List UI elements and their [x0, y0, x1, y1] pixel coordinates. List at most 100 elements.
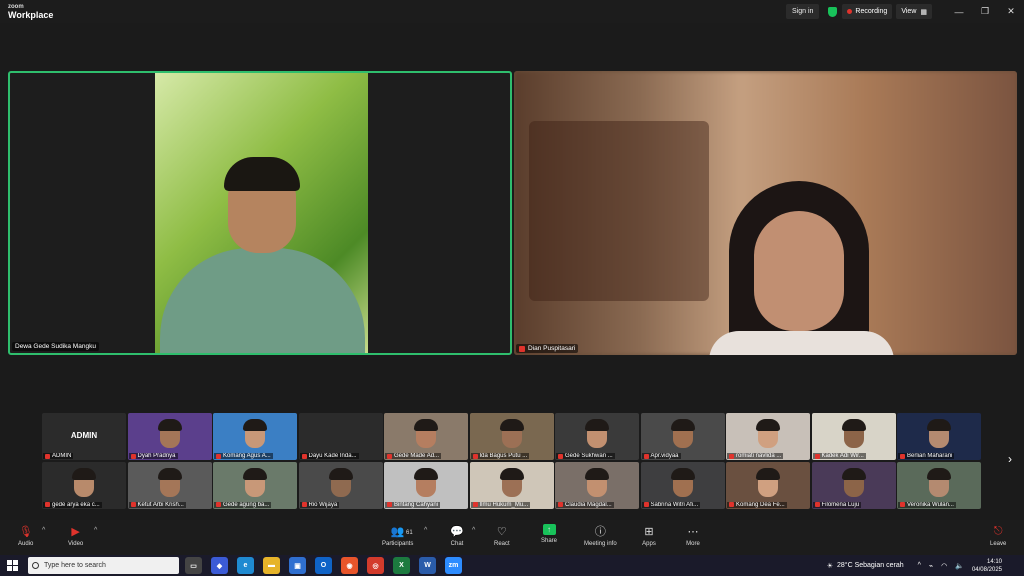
outlook-icon[interactable]: O	[315, 557, 332, 574]
participant-name-tag: Kadek Adi Wir...	[812, 453, 866, 459]
chat-button[interactable]: 💬 Chat	[450, 524, 464, 548]
firefox-icon[interactable]: ◉	[341, 557, 358, 574]
meeting-controls-bar: 🎙 Audio ^ ▶ Video ^ 👥 Participants 61 ^ …	[0, 520, 1024, 555]
react-button[interactable]: ♡ React	[494, 524, 510, 548]
participant-thumbnail[interactable]: Gede Sukhwan ...	[555, 413, 639, 460]
meeting-info-button[interactable]: ⓘ Meeting info	[584, 524, 617, 547]
audio-button[interactable]: 🎙 Audio	[18, 524, 34, 548]
participant-thumbnail[interactable]: Veronika Wulan...	[897, 461, 981, 509]
video-tile-active-speaker[interactable]: Dewa Gede Sudika Mangku	[8, 71, 512, 355]
participant-name: Berlian Maharani	[907, 453, 953, 459]
participant-thumbnail[interactable]: ADMIN ADMIN	[42, 413, 126, 460]
tray-chevron-icon[interactable]: ^	[918, 562, 921, 569]
participant-thumbnail[interactable]: Sabrina Witri Afi...	[640, 461, 725, 509]
participant-name: Filomena Luju	[821, 501, 860, 508]
mic-muted-icon	[45, 502, 50, 507]
participant-thumbnail[interactable]: Ilmu Hukum_Mu...	[469, 461, 554, 509]
participants-options-caret-icon[interactable]: ^	[424, 527, 427, 534]
gallery-next-arrow-icon[interactable]: ›	[1008, 452, 1012, 466]
file-explorer-icon[interactable]: ▬	[263, 557, 280, 574]
participant-hair	[157, 419, 182, 431]
participant-thumbnail[interactable]: Gede Made Ad...	[384, 413, 468, 460]
sign-in-button[interactable]: Sign in	[786, 4, 820, 19]
participant-hair	[72, 467, 96, 480]
participant-hair	[841, 419, 866, 431]
participant-thumbnail[interactable]: Ida Bagus Putu ...	[469, 413, 554, 460]
view-button[interactable]: View ▦	[896, 4, 932, 19]
chrome-icon[interactable]: ◎	[367, 557, 384, 574]
excel-icon[interactable]: X	[393, 557, 410, 574]
system-tray: ☀ 28°C Sebagian cerah ^ ⌁ ◠ 🔈 14:10 04/0…	[827, 555, 1024, 576]
participant-name-tag: Dian Puspitasari	[516, 344, 579, 353]
mic-muted-icon	[814, 502, 820, 507]
participant-name-tag: Gede Made Ad...	[385, 453, 442, 459]
participant-thumbnail[interactable]: Komang Agus A...	[213, 413, 297, 460]
participant-thumbnail[interactable]: romiati navlida ...	[726, 413, 810, 460]
mic-muted-icon	[729, 453, 734, 459]
clock[interactable]: 14:10 04/08/2025	[972, 558, 1002, 574]
mic-muted-icon	[130, 453, 136, 459]
participant-name-tag: Berlian Maharani	[898, 453, 955, 459]
participant-thumbnail[interactable]: Apr.vidyaa	[640, 413, 725, 460]
store-icon[interactable]: ▣	[289, 557, 306, 574]
participant-hair	[414, 419, 438, 431]
mic-muted-icon: 🎙	[18, 525, 33, 538]
video-options-caret-icon[interactable]: ^	[94, 527, 97, 534]
participant-thumbnail[interactable]: Gede agung ba...	[213, 461, 297, 509]
video-tile-speaker[interactable]: Dian Puspitasari	[514, 71, 1017, 355]
participant-name-tag: Ilmu Hukum_Mu...	[470, 501, 531, 508]
weather-text[interactable]: 28°C Sebagian cerah	[837, 562, 904, 569]
audio-options-caret-icon[interactable]: ^	[42, 527, 45, 534]
share-screen-icon: ↑	[542, 524, 556, 535]
chat-options-caret-icon[interactable]: ^	[472, 527, 475, 534]
security-shield-icon[interactable]	[828, 6, 838, 17]
apps-button[interactable]: ⊞ Apps	[642, 524, 656, 548]
participant-thumbnail[interactable]: Komang Dea Fe...	[726, 461, 810, 509]
restore-icon[interactable]: ❐	[972, 0, 998, 23]
participant-name: Dyah Pradnya	[137, 453, 176, 459]
participant-thumbnail[interactable]: Bintang Cahyani	[384, 461, 468, 509]
volume-icon[interactable]: 🔈	[955, 562, 964, 570]
recording-indicator[interactable]: Recording	[842, 4, 893, 19]
participant-name: Ida Bagus Putu ...	[479, 453, 528, 459]
close-icon[interactable]: ✕	[998, 0, 1024, 23]
participant-thumbnail[interactable]: Dayu Kade Inda...	[298, 413, 383, 460]
minimize-icon[interactable]: —	[946, 0, 972, 23]
share-button[interactable]: ↑ Share	[541, 524, 557, 544]
participant-thumbnail[interactable]: gede arya eka c...	[42, 461, 126, 509]
participant-thumbnail[interactable]: Filomena Luju	[811, 461, 896, 509]
mic-muted-icon	[216, 502, 221, 507]
logo-workplace-text: Workplace	[8, 10, 54, 20]
participant-hair	[927, 467, 951, 480]
participant-thumbnail[interactable]: Rio Wijaya	[298, 461, 383, 509]
video-label: Video	[68, 541, 84, 547]
network-icon[interactable]: ⌁	[929, 562, 933, 570]
participant-thumbnail[interactable]: Dyah Pradnya	[127, 413, 212, 460]
edge-icon[interactable]: e	[237, 557, 254, 574]
recording-dot-icon	[847, 9, 853, 14]
windows-start-icon[interactable]	[7, 560, 18, 571]
participant-hair	[499, 419, 524, 431]
audio-label: Audio	[18, 541, 34, 547]
participant-hair	[756, 419, 780, 431]
word-icon[interactable]: W	[419, 557, 436, 574]
zoom-taskbar-icon[interactable]: zm	[445, 557, 462, 574]
participant-thumbnail[interactable]: Claudia Magdal...	[555, 461, 639, 509]
participant-name-tag: Filomena Luju	[812, 501, 862, 508]
wifi-icon[interactable]: ◠	[941, 562, 947, 570]
participant-name-tag: Komang Agus A...	[214, 453, 273, 459]
task-view-icon[interactable]: ▭	[185, 557, 202, 574]
mic-muted-icon	[387, 502, 392, 507]
video-button[interactable]: ▶ Video	[68, 524, 84, 548]
copilot-icon[interactable]: ◆	[211, 557, 228, 574]
participant-thumbnail[interactable]: Ketut Arbi Krish...	[127, 461, 212, 509]
more-button[interactable]: ⋯ More	[686, 524, 700, 548]
taskbar-search-box[interactable]: Type here to search	[28, 557, 179, 574]
participant-thumbnail[interactable]: Berlian Maharani	[897, 413, 981, 460]
video-off-icon: ▶	[71, 525, 80, 538]
participant-hair	[499, 467, 524, 480]
participant-thumbnail[interactable]: Kadek Adi Wir...	[811, 413, 896, 460]
leave-button[interactable]: ⎋ Leave	[990, 524, 1006, 548]
mic-muted-icon	[387, 453, 392, 459]
participant-name-tag: Gede Sukhwan ...	[556, 453, 615, 459]
